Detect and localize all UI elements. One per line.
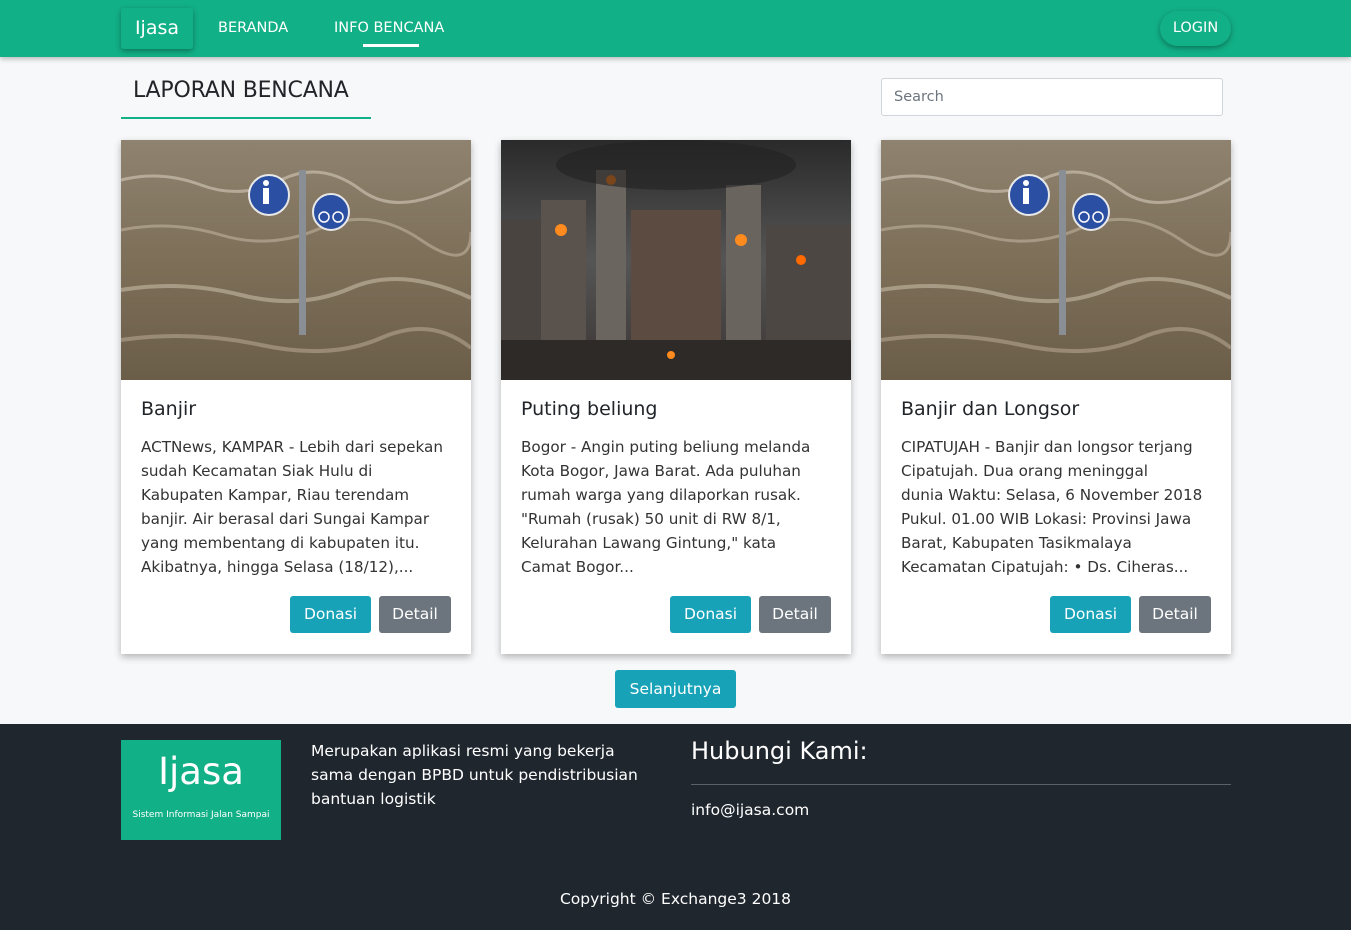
- disaster-card: Banjir dan Longsor CIPATUJAH - Banjir da…: [881, 140, 1231, 654]
- next-page-button[interactable]: Selanjutnya: [615, 670, 736, 708]
- contact-email[interactable]: info@ijasa.com: [691, 801, 809, 819]
- donate-button[interactable]: Donasi: [290, 596, 371, 633]
- search-input[interactable]: [881, 78, 1223, 116]
- page-title: LAPORAN BENCANA: [133, 78, 349, 103]
- card-image-flood: [121, 140, 471, 380]
- card-image-flood: [881, 140, 1231, 380]
- card-text: CIPATUJAH - Banjir dan longsor terjang C…: [901, 438, 1203, 576]
- title-underline: [121, 117, 371, 119]
- donate-button[interactable]: Donasi: [1050, 596, 1131, 633]
- footer: Ijasa Sistem Informasi Jalan Sampai Meru…: [0, 724, 1351, 930]
- footer-description: Merupakan aplikasi resmi yang bekerja sa…: [311, 742, 638, 808]
- disaster-card: Banjir ACTNews, KAMPAR - Lebih dari sepe…: [121, 140, 471, 654]
- copyright: Copyright © Exchange3 2018: [559, 890, 792, 908]
- contact-title: Hubungi Kami:: [691, 737, 868, 765]
- footer-logo-tagline: Sistem Informasi Jalan Sampai: [132, 810, 270, 820]
- footer-logo-text: Ijasa: [158, 750, 244, 793]
- footer-logo: Ijasa Sistem Informasi Jalan Sampai: [121, 740, 281, 840]
- card-title: Puting beliung: [521, 398, 658, 420]
- detail-button[interactable]: Detail: [1139, 596, 1211, 633]
- detail-button[interactable]: Detail: [759, 596, 831, 633]
- active-nav-indicator: [363, 44, 419, 47]
- donate-button[interactable]: Donasi: [670, 596, 751, 633]
- login-button[interactable]: LOGIN: [1160, 11, 1231, 46]
- navbar: Ijasa BERANDA INFO BENCANA LOGIN: [0, 0, 1351, 57]
- contact-divider: [691, 784, 1231, 785]
- detail-button[interactable]: Detail: [379, 596, 451, 633]
- disaster-card: Puting beliung Bogor - Angin puting beli…: [501, 140, 851, 654]
- card-image-burning-city: [501, 140, 851, 380]
- card-text: Bogor - Angin puting beliung melanda Kot…: [521, 438, 811, 576]
- nav-link-info-bencana[interactable]: INFO BENCANA: [334, 0, 444, 57]
- card-text: ACTNews, KAMPAR - Lebih dari sepekan sud…: [141, 438, 443, 576]
- brand-logo[interactable]: Ijasa: [121, 8, 193, 49]
- card-title: Banjir: [141, 398, 197, 420]
- nav-link-beranda[interactable]: BERANDA: [218, 0, 288, 57]
- card-title: Banjir dan Longsor: [901, 398, 1080, 420]
